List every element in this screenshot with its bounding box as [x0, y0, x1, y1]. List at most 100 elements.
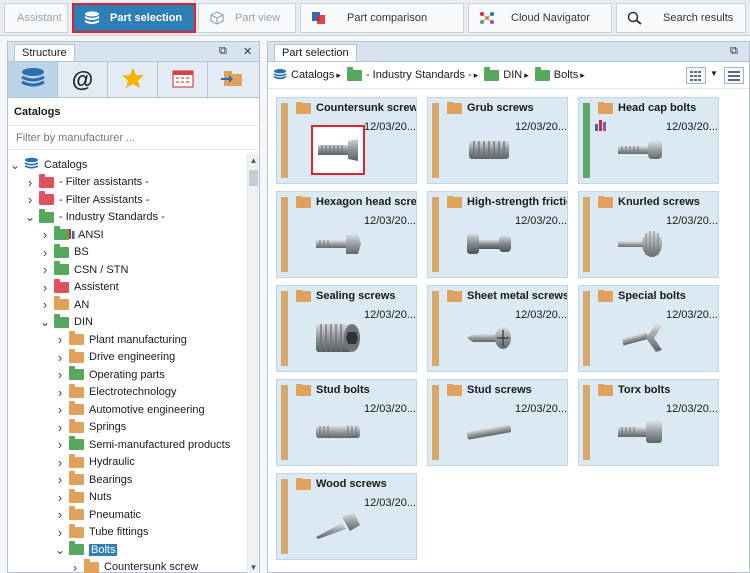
chevron-right-icon[interactable]: ▸ [524, 70, 529, 81]
part-thumbnail[interactable] [462, 407, 516, 457]
tree-item[interactable]: › Springs [55, 418, 126, 436]
tree-item[interactable]: ⌄ DIN [40, 313, 93, 331]
chevron-right-icon[interactable]: › [55, 507, 65, 522]
tree-item[interactable]: › Electrotechnology [55, 383, 176, 401]
tree-item[interactable]: › Pneumatic [55, 506, 141, 523]
part-thumbnail[interactable] [311, 501, 365, 551]
chevron-right-icon[interactable]: › [40, 245, 50, 260]
chevron-right-icon[interactable]: › [55, 472, 65, 487]
chevron-right-icon[interactable]: › [40, 262, 50, 277]
part-card[interactable]: Wood screws 12/03/20... [276, 473, 417, 560]
tree-item[interactable]: › Hydraulic [55, 453, 135, 471]
part-thumbnail[interactable] [311, 219, 365, 269]
tab-cloud-navigator[interactable]: Cloud Navigator [468, 3, 612, 33]
chevron-down-icon[interactable]: ▼ [710, 69, 718, 78]
part-card[interactable]: Stud screws 12/03/20... [427, 379, 568, 466]
chevron-right-icon[interactable]: › [55, 455, 65, 470]
part-card[interactable]: Countersunk screw 12/03/20... [276, 97, 417, 184]
chevron-right-icon[interactable]: › [55, 367, 65, 382]
part-card[interactable]: Head cap bolts 12/03/20... [578, 97, 719, 184]
part-card[interactable]: Sealing screws 12/03/20... [276, 285, 417, 372]
tree-item[interactable]: › Semi-manufactured products [55, 436, 230, 453]
tree-item[interactable]: › Plant manufacturing [55, 331, 187, 348]
part-thumbnail[interactable] [613, 219, 667, 269]
chevron-down-icon[interactable]: ⌄ [25, 210, 35, 224]
tab-part-comparison[interactable]: Part comparison [300, 3, 464, 33]
tree-item[interactable]: › Automotive engineering [55, 401, 205, 418]
tree-item[interactable]: › Assistent [40, 278, 119, 296]
tab-calendar[interactable] [158, 62, 208, 97]
tab-assistant[interactable]: Assistant [4, 3, 68, 33]
part-card[interactable]: Stud bolts 12/03/20... [276, 379, 417, 466]
tree-item[interactable]: › Nuts [55, 488, 112, 506]
part-thumbnail[interactable] [613, 313, 667, 363]
tree-item[interactable]: › Drive engineering [55, 348, 175, 366]
tree-item[interactable]: › CSN / STN [40, 261, 128, 278]
tree-item[interactable]: ⌄ Catalogs [10, 156, 87, 173]
chevron-down-icon[interactable]: ⌄ [40, 315, 50, 329]
tree-item[interactable]: › Operating parts [55, 366, 165, 383]
tab-import[interactable] [208, 62, 258, 97]
part-card[interactable]: Special bolts 12/03/20... [578, 285, 719, 372]
tab-part-selection[interactable]: Part selection [72, 3, 196, 33]
list-view-button[interactable] [724, 67, 744, 84]
tab-search-results[interactable]: Search results [616, 3, 746, 33]
breadcrumb-item[interactable]: Catalogs ▸ [273, 68, 341, 83]
chevron-right-icon[interactable]: › [40, 297, 50, 312]
scroll-up-icon[interactable]: ▲ [248, 156, 259, 165]
tree-item[interactable]: › - Filter Assistants - [25, 191, 149, 208]
part-thumbnail[interactable] [462, 125, 516, 175]
chevron-right-icon[interactable]: › [55, 490, 65, 505]
part-card[interactable]: Torx bolts 12/03/20... [578, 379, 719, 466]
chevron-right-icon[interactable]: › [70, 560, 80, 573]
tab-part-view[interactable]: Part view [198, 3, 296, 33]
tree-scrollbar[interactable]: ▲ ▼ [247, 154, 259, 573]
tree-item[interactable]: › ANSI [40, 226, 104, 243]
chevron-right-icon[interactable]: › [40, 227, 50, 242]
part-card[interactable]: High-strength frictio 12/03/20... [427, 191, 568, 278]
tree-item[interactable]: › - Filter assistants - [25, 173, 149, 191]
chevron-down-icon[interactable]: ⌄ [10, 158, 20, 172]
breadcrumb-item[interactable]: DIN ▸ [484, 66, 529, 81]
pin-icon[interactable]: ⧉ [219, 45, 227, 58]
tree-item[interactable]: › Tube fittings [55, 523, 149, 541]
chevron-right-icon[interactable]: › [55, 525, 65, 540]
scroll-thumb[interactable] [249, 170, 258, 186]
pin-icon[interactable]: ⧉ [730, 45, 738, 58]
chevron-right-icon[interactable]: › [55, 350, 65, 365]
chevron-right-icon[interactable]: › [55, 385, 65, 400]
tree-item[interactable]: ⌄ - Industry Standards - [25, 208, 165, 226]
chevron-right-icon[interactable]: ▸ [474, 70, 479, 81]
scroll-down-icon[interactable]: ▼ [248, 563, 259, 572]
chevron-right-icon[interactable]: › [55, 437, 65, 452]
breadcrumb-item[interactable]: Bolts ▸ [534, 66, 585, 81]
part-card[interactable]: Sheet metal screws 12/03/20... [427, 285, 568, 372]
tab-email[interactable]: @ [58, 62, 108, 97]
part-thumbnail[interactable] [613, 407, 667, 457]
chevron-right-icon[interactable]: › [55, 332, 65, 347]
tree-item[interactable]: › AN [40, 296, 89, 313]
chevron-right-icon[interactable]: › [25, 175, 35, 190]
part-thumbnail[interactable] [462, 219, 516, 269]
chevron-right-icon[interactable]: › [55, 402, 65, 417]
breadcrumb-item[interactable]: - Industry Standards - ▸ [346, 66, 479, 81]
part-thumbnail[interactable] [462, 313, 516, 363]
tree-item[interactable]: › Bearings [55, 471, 132, 488]
part-card[interactable]: Grub screws 12/03/20... [427, 97, 568, 184]
tab-favorites[interactable] [108, 62, 158, 97]
part-thumbnail[interactable] [311, 125, 365, 175]
chevron-right-icon[interactable]: ▸ [336, 70, 341, 81]
part-thumbnail[interactable] [311, 313, 365, 363]
part-thumbnail[interactable] [311, 407, 365, 457]
chevron-right-icon[interactable]: › [25, 192, 35, 207]
part-thumbnail[interactable] [613, 125, 667, 175]
close-icon[interactable]: ✕ [243, 45, 252, 58]
tree-item[interactable]: › Countersunk screw [70, 558, 198, 573]
part-card[interactable]: Knurled screws 12/03/20... [578, 191, 719, 278]
tree-item[interactable]: › BS [40, 243, 89, 261]
tab-catalogs[interactable] [8, 62, 58, 97]
chevron-right-icon[interactable]: › [40, 280, 50, 295]
tree-item[interactable]: ⌄ Bolts [55, 541, 118, 558]
chevron-down-icon[interactable]: ⌄ [55, 543, 65, 557]
chevron-right-icon[interactable]: ▸ [580, 70, 585, 81]
